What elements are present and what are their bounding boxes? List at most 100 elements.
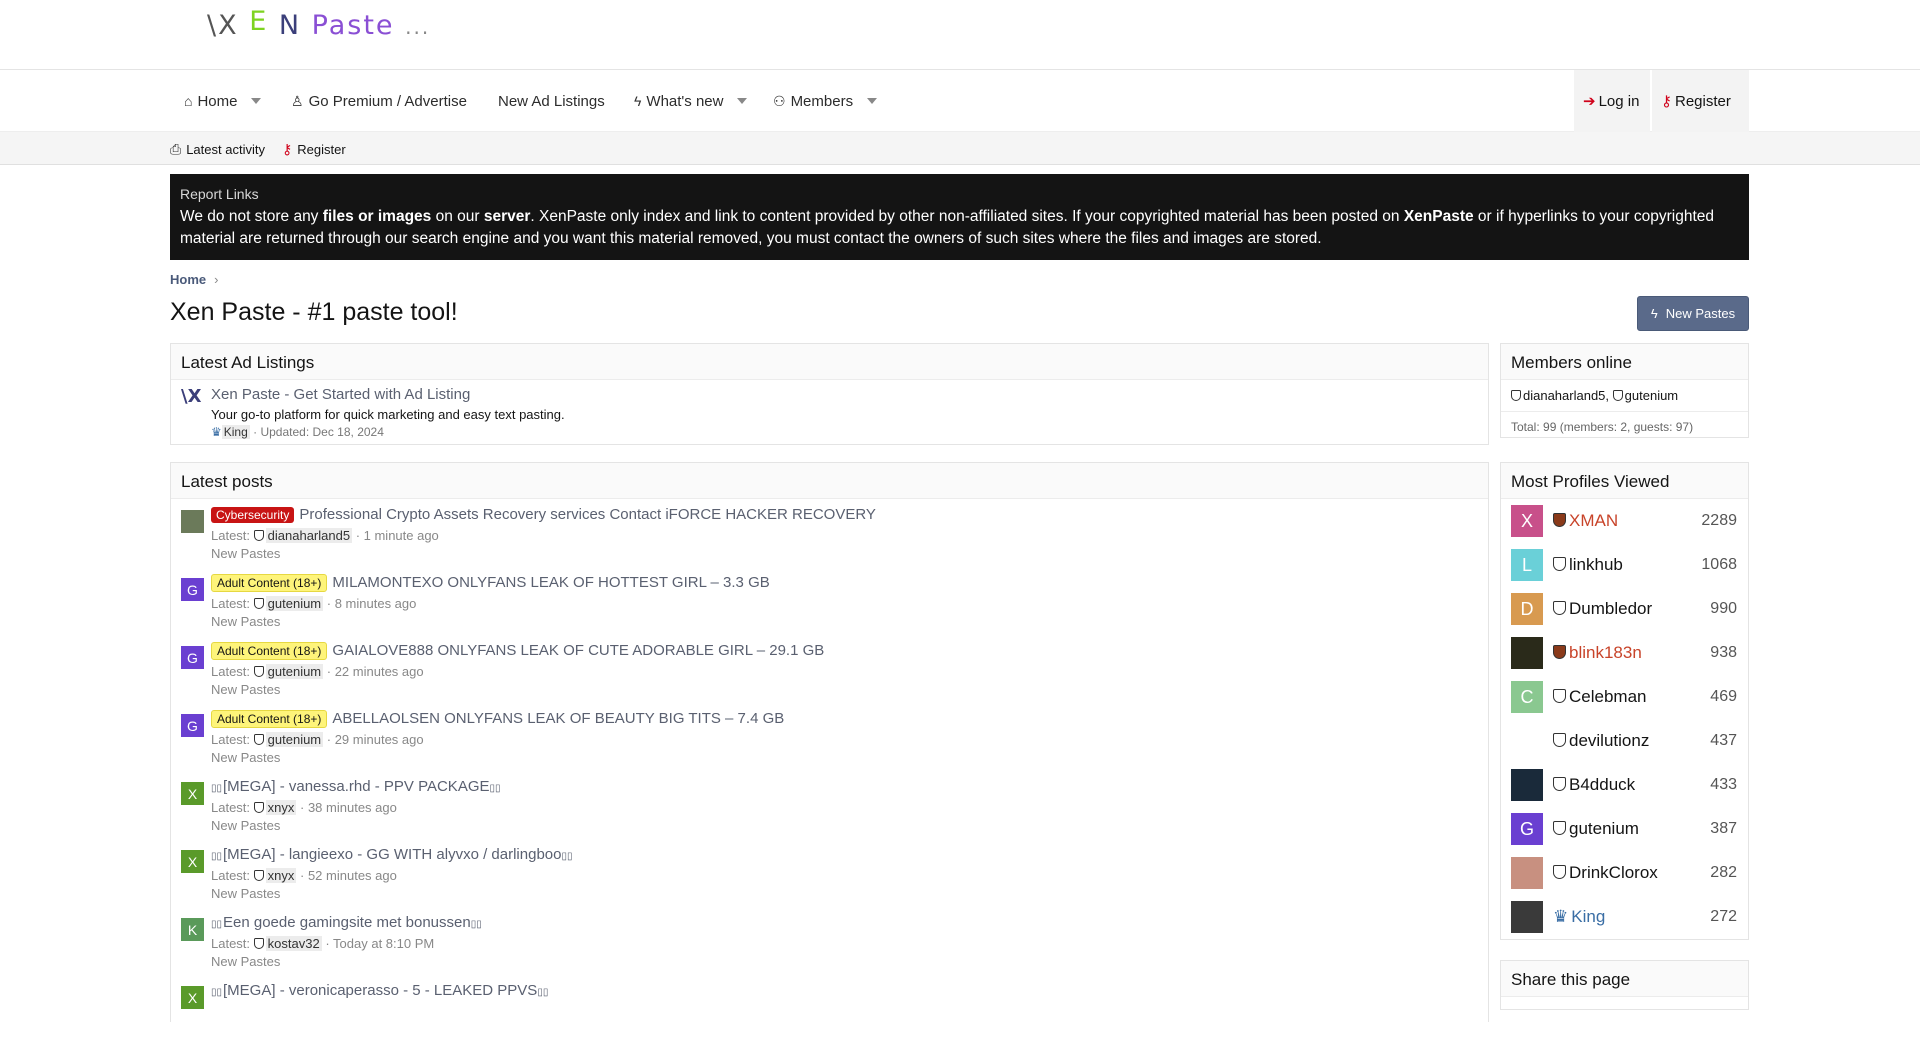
post-title-link[interactable]: [MEGA] - veronicaperasso - 5 - LEAKED PP… (223, 982, 537, 999)
profile-name[interactable]: ♛ King (1553, 907, 1710, 927)
profile-row[interactable]: D Dumbledor 990 (1511, 592, 1737, 626)
profile-row[interactable]: B4dduck 433 (1511, 768, 1737, 802)
nav-members[interactable]: ⚇ Members (773, 70, 878, 132)
post-user-link[interactable]: kostav32 (265, 936, 322, 951)
post-forum-link[interactable]: New Pastes (211, 818, 280, 833)
ad-description: Your go-to platform for quick marketing … (211, 407, 565, 422)
avatar[interactable]: X (181, 850, 204, 873)
post-user-link[interactable]: gutenium (265, 664, 324, 679)
login-label: Log in (1598, 92, 1640, 110)
home-icon: ⌂ (184, 93, 193, 109)
avatar[interactable]: L (1511, 549, 1543, 581)
avatar[interactable] (1511, 901, 1543, 933)
profile-name[interactable]: devilutionz (1553, 731, 1710, 751)
profile-row[interactable]: Ggutenium 387 (1511, 812, 1737, 846)
post-user-link[interactable]: gutenium (265, 596, 324, 611)
post-forum-link[interactable]: New Pastes (211, 750, 280, 765)
post-forum-link[interactable]: New Pastes (211, 886, 280, 901)
profile-name[interactable]: blink183n (1553, 643, 1710, 663)
avatar[interactable] (1511, 857, 1543, 889)
post-title-link[interactable]: ABELLAOLSEN ONLYFANS LEAK OF BEAUTY BIG … (332, 710, 784, 727)
prefix-badge[interactable]: Adult Content (18+) (211, 574, 328, 592)
profile-row[interactable]: DrinkClorox 282 (1511, 856, 1737, 890)
chevron-down-icon[interactable] (251, 98, 262, 104)
crown-icon: ♛ (1553, 907, 1569, 926)
prefix-badge[interactable]: Cybersecurity (211, 507, 295, 523)
nav-premium[interactable]: ♙ Go Premium / Advertise (291, 70, 467, 132)
nav-whats-new[interactable]: ϟ What's new (634, 70, 748, 132)
profile-row[interactable]: ♛ King 272 (1511, 900, 1737, 934)
register-button[interactable]: ⚷ Register (1652, 70, 1749, 132)
post-title-link[interactable]: MILAMONTEXO ONLYFANS LEAK OF HOTTEST GIR… (332, 574, 769, 591)
avatar[interactable]: G (181, 646, 204, 669)
post-user-link[interactable]: xnyx (265, 868, 297, 883)
post-forum-link[interactable]: New Pastes (211, 546, 280, 561)
profile-row[interactable]: blink183n 938 (1511, 636, 1737, 670)
register-label: Register (1675, 92, 1731, 110)
avatar[interactable]: K (181, 918, 204, 941)
member-link[interactable]: dianaharland5 (1523, 388, 1605, 403)
nav-whatsnew-label: What's new (646, 92, 724, 110)
post-title-link[interactable]: Een goede gamingsite met bonussen (223, 914, 471, 931)
avatar[interactable]: G (181, 578, 204, 601)
profile-name[interactable]: B4dduck (1553, 775, 1710, 795)
nav-home[interactable]: ⌂ Home (184, 70, 262, 132)
avatar[interactable]: G (1511, 813, 1543, 845)
chevron-down-icon[interactable] (737, 98, 748, 104)
ad-title-link[interactable]: Xen Paste - Get Started with Ad Listing (211, 386, 470, 403)
key-icon: ⚷ (282, 141, 293, 157)
new-pastes-button[interactable]: ϟ New Pastes (1637, 296, 1749, 331)
profile-name[interactable]: Celebman (1553, 687, 1710, 707)
post-user-link[interactable]: dianaharland5 (265, 528, 353, 543)
post-title-link[interactable]: [MEGA] - vanessa.rhd - PPV PACKAGE (223, 778, 489, 795)
members-online-heading: Members online (1501, 344, 1748, 380)
subnav-latest-activity[interactable]: ⎙ Latest activity (170, 141, 265, 158)
avatar[interactable] (1511, 769, 1543, 801)
profile-name[interactable]: gutenium (1553, 819, 1710, 839)
post-forum-link[interactable]: New Pastes (211, 954, 280, 969)
chevron-down-icon[interactable] (867, 98, 878, 104)
avatar[interactable]: C (1511, 681, 1543, 713)
post-title-link[interactable]: Professional Crypto Assets Recovery serv… (299, 506, 876, 523)
avatar[interactable]: D (1511, 593, 1543, 625)
avatar[interactable]: X (1511, 505, 1543, 537)
subnav-register[interactable]: ⚷ Register (282, 141, 346, 158)
avatar[interactable] (1511, 725, 1543, 757)
notice-title: Report Links (180, 186, 259, 202)
post-user-link[interactable]: xnyx (265, 800, 297, 815)
login-button[interactable]: ➔ Log in (1574, 70, 1650, 132)
breadcrumb-home[interactable]: Home (170, 272, 206, 287)
avatar[interactable]: X (181, 986, 204, 1009)
post-title-line: Cybersecurity Professional Crypto Assets … (211, 506, 876, 523)
post-row: X ▯▯[MEGA] - vanessa.rhd - PPV PACKAGE▯▯ L… (181, 776, 1481, 836)
nav-ad-listings[interactable]: New Ad Listings (498, 70, 605, 132)
avatar[interactable] (1511, 637, 1543, 669)
post-meta: Latest: gutenium · 8 minutes ago (211, 596, 416, 611)
member-link[interactable]: gutenium (1625, 388, 1678, 403)
profile-row[interactable]: X XMAN 2289 (1511, 504, 1737, 538)
profile-name[interactable]: Dumbledor (1553, 599, 1710, 619)
profile-view-count: 1068 (1701, 556, 1737, 573)
avatar[interactable]: X (181, 782, 204, 805)
prefix-badge[interactable]: Adult Content (18+) (211, 642, 328, 660)
profile-name[interactable]: linkhub (1553, 555, 1701, 575)
avatar[interactable]: G (181, 714, 204, 737)
ad-user-link[interactable]: King (221, 425, 250, 439)
prefix-badge[interactable]: Adult Content (18+) (211, 710, 328, 728)
profile-row[interactable]: devilutionz 437 (1511, 724, 1737, 758)
avatar[interactable] (181, 510, 204, 533)
site-logo[interactable]: \X E N Paste ... (207, 6, 430, 41)
post-forum-link[interactable]: New Pastes (211, 682, 280, 697)
post-title-link[interactable]: GAIALOVE888 ONLYFANS LEAK OF CUTE ADORAB… (332, 642, 824, 659)
post-user-link[interactable]: gutenium (265, 732, 324, 747)
post-title-link[interactable]: [MEGA] - langieexo - GG WITH alyvxo / da… (223, 846, 561, 863)
post-forum-link[interactable]: New Pastes (211, 614, 280, 629)
ad-listing-item: \X Xen Paste - Get Started with Ad Listi… (171, 380, 1488, 445)
profile-name[interactable]: DrinkClorox (1553, 863, 1710, 883)
profile-row[interactable]: C Celebman 469 (1511, 680, 1737, 714)
profile-row[interactable]: Llinkhub 1068 (1511, 548, 1737, 582)
chevron-right-icon: › (214, 272, 219, 287)
profile-name[interactable]: XMAN (1553, 511, 1701, 531)
latest-label: Latest: (211, 664, 251, 679)
post-title-line: Adult Content (18+) GAIALOVE888 ONLYFANS … (211, 642, 824, 660)
